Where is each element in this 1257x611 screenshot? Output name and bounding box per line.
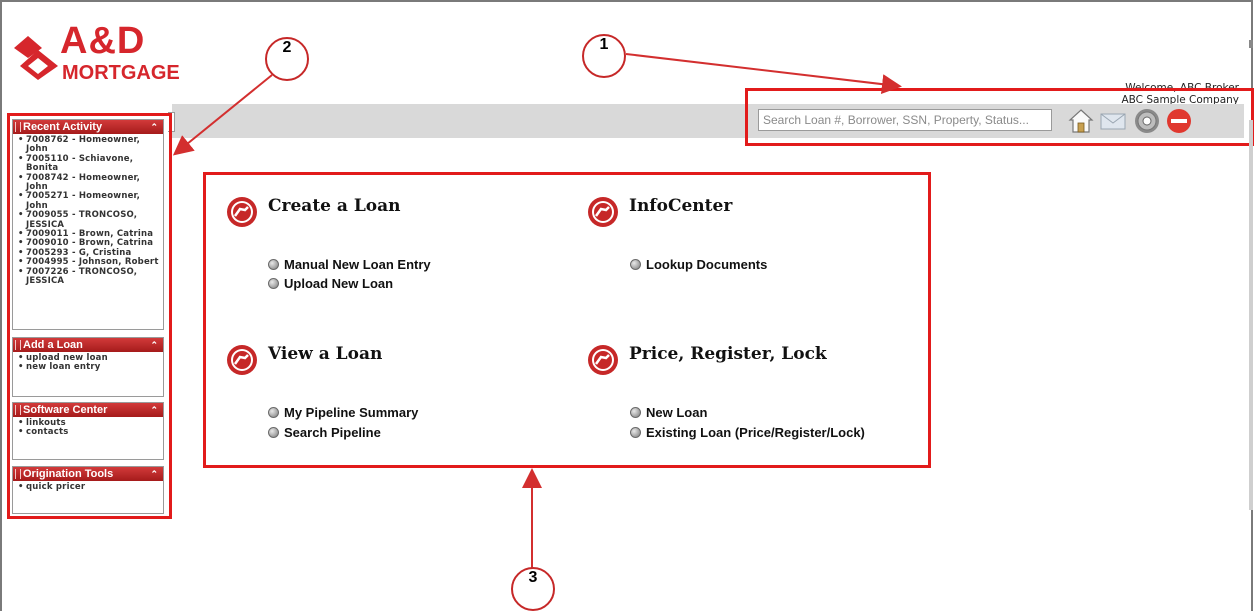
annotation-arrows — [172, 53, 902, 574]
callout-2: 2 — [265, 37, 309, 81]
callout-1: 1 — [582, 34, 626, 78]
scrollbar[interactable] — [1249, 0, 1255, 611]
callout-3: 3 — [511, 567, 555, 611]
